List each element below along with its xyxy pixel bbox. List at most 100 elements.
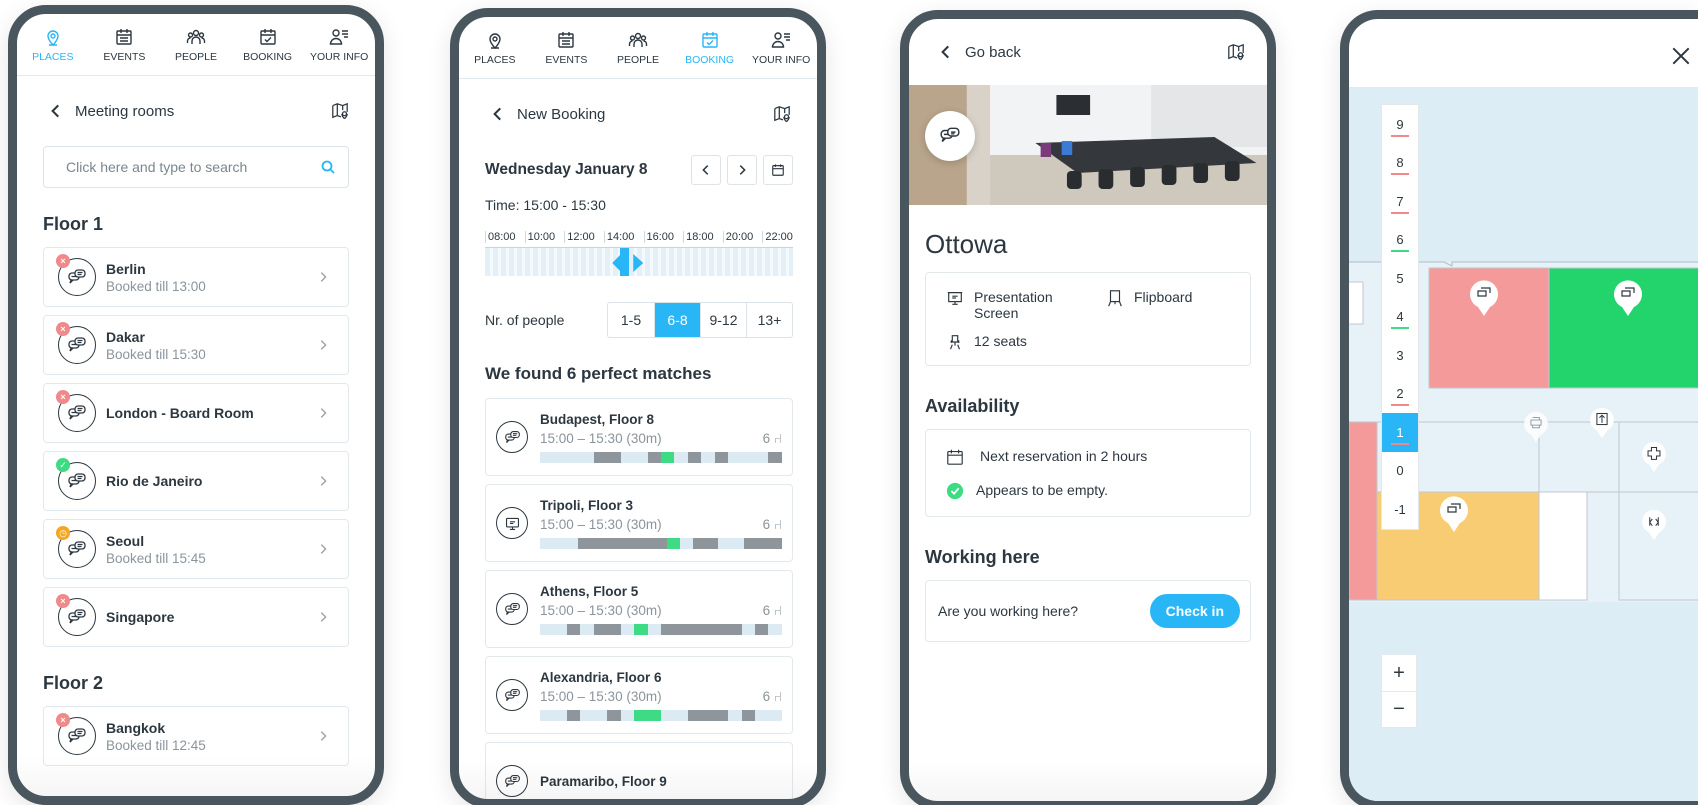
room-list-item[interactable]: × Berlin Booked till 13:00	[43, 247, 349, 307]
calendar-list-icon	[558, 31, 575, 48]
availability-slot	[687, 709, 702, 721]
elevator-pin-icon[interactable]	[1587, 405, 1617, 439]
floor-option[interactable]: -1	[1382, 490, 1418, 529]
people-option[interactable]: 13+	[746, 303, 792, 337]
room-icon: ×	[56, 713, 96, 755]
close-icon[interactable]	[1670, 45, 1692, 67]
floor-option[interactable]: 6	[1382, 221, 1418, 260]
room-list-item[interactable]: × Bangkok Booked till 12:45	[43, 706, 349, 766]
floor-option[interactable]: 5	[1382, 259, 1418, 298]
people-option[interactable]: 1-5	[608, 303, 654, 337]
status-warn-icon: ◷	[56, 526, 70, 540]
match-name: Alexandria, Floor 6	[540, 669, 662, 685]
meeting-room-pin-icon[interactable]	[1467, 277, 1501, 317]
chevron-right-icon	[320, 408, 327, 418]
tab-your-info[interactable]: YOUR INFO	[303, 14, 375, 75]
meeting-room-pin-icon[interactable]	[1437, 493, 1471, 533]
tab-your-info[interactable]: YOUR INFO	[745, 17, 817, 78]
tab-label: PLACES	[474, 53, 516, 66]
search-input[interactable]: Click here and type to search	[43, 146, 349, 188]
tab-people[interactable]: PEOPLE	[602, 17, 674, 78]
availability-slot	[634, 451, 648, 463]
map-pin-icon[interactable]	[773, 105, 791, 123]
room-list-item[interactable]: × London - Board Room	[43, 383, 349, 443]
timeline-track[interactable]	[485, 248, 793, 276]
map-pin-icon[interactable]	[1227, 43, 1245, 61]
match-list-item[interactable]: Alexandria, Floor 6 15:00 – 15:30 (30m) …	[485, 656, 793, 734]
map-pin-icon[interactable]	[331, 102, 349, 120]
room-list-item[interactable]: × Dakar Booked till 15:30	[43, 315, 349, 375]
floor-option[interactable]: 1	[1382, 413, 1418, 452]
room-list-item[interactable]: ✓ Rio de Janeiro	[43, 451, 349, 511]
room-icon: ×	[56, 254, 96, 296]
timeline-hour-label: 16:00	[643, 231, 674, 243]
floor-option[interactable]: 8	[1382, 144, 1418, 183]
go-back-button[interactable]: Go back	[937, 43, 1021, 61]
calendar-icon	[947, 449, 963, 465]
time-slider[interactable]: 08:00 10:00 12:00 14:00 16:00 18:00 20:00 22:00	[485, 231, 793, 276]
calendar-button[interactable]	[763, 155, 793, 185]
people-option[interactable]: 9-12	[700, 303, 746, 337]
tab-events[interactable]: EVENTS	[89, 14, 161, 75]
availability-slot	[728, 451, 742, 463]
floor-title: Floor 2	[43, 673, 104, 693]
timeline-end-handle[interactable]	[633, 254, 644, 272]
meeting-chat-icon	[68, 269, 86, 284]
floor-option[interactable]: 3	[1382, 336, 1418, 375]
tab-booking[interactable]: BOOKING	[232, 14, 304, 75]
people-option[interactable]: 6-8	[654, 303, 700, 337]
floor-title: Floor 1	[43, 214, 104, 234]
match-list-item[interactable]: Paramaribo, Floor 9	[485, 742, 793, 799]
room-list-item[interactable]: × Singapore	[43, 587, 349, 647]
search-icon[interactable]	[320, 159, 336, 175]
room-list: Floor 1 × Berlin Booked till 13:00 × Dak…	[17, 214, 375, 766]
floor-option[interactable]: 9	[1382, 105, 1418, 144]
zoom-out-button[interactable]: −	[1382, 691, 1416, 727]
tab-events[interactable]: EVENTS	[531, 17, 603, 78]
restroom-pin-icon[interactable]	[1639, 507, 1669, 541]
tab-places[interactable]: PLACES	[459, 17, 531, 78]
tab-label: BOOKING	[243, 50, 293, 63]
floor-option[interactable]: 0	[1382, 452, 1418, 491]
floor-occupancy-bar	[1391, 327, 1409, 329]
floor-option[interactable]: 4	[1382, 298, 1418, 337]
tab-people[interactable]: PEOPLE	[160, 14, 232, 75]
seat-icon: ⑁	[773, 602, 782, 618]
status-busy-icon: ×	[56, 254, 70, 268]
back-button[interactable]: Meeting rooms	[47, 102, 174, 120]
room-icon	[496, 765, 528, 797]
floor-number: 2	[1396, 386, 1404, 402]
floor-number: -1	[1394, 501, 1406, 517]
match-list-item[interactable]: Tripoli, Floor 3 15:00 – 15:30 (30m) 6 ⑁	[485, 484, 793, 562]
room-list-item[interactable]: ◷ Seoul Booked till 15:45	[43, 519, 349, 579]
meeting-room-pin-icon[interactable]	[1611, 277, 1645, 317]
location-pin-icon	[47, 29, 59, 46]
availability-slot	[629, 537, 642, 549]
tab-booking[interactable]: BOOKING	[674, 17, 746, 78]
availability-slot	[714, 623, 729, 635]
empty-status-text: Appears to be empty.	[976, 482, 1109, 498]
feature-flipboard: Flipboard	[1134, 289, 1193, 305]
next-day-button[interactable]	[727, 155, 757, 185]
previous-day-button[interactable]	[691, 155, 721, 185]
availability-slot	[701, 709, 715, 721]
user-info-icon	[329, 28, 349, 45]
room-name: Bangkok	[106, 719, 166, 736]
availability-slot	[620, 451, 635, 463]
zoom-in-button[interactable]: +	[1382, 655, 1416, 691]
match-list-item[interactable]: Budapest, Floor 8 15:00 – 15:30 (30m) 6 …	[485, 398, 793, 476]
tab-bar: PLACES EVENTS PEOPLE BOOKING YOUR INFO	[17, 14, 375, 76]
availability-slot	[553, 623, 567, 635]
floor-option[interactable]: 7	[1382, 182, 1418, 221]
tab-places[interactable]: PLACES	[17, 14, 89, 75]
match-list-item[interactable]: Athens, Floor 5 15:00 – 15:30 (30m) 6 ⑁	[485, 570, 793, 648]
check-in-button[interactable]: Check in	[1149, 594, 1240, 628]
availability-slot	[590, 537, 604, 549]
floor-number: 6	[1396, 232, 1404, 248]
floor-option[interactable]: 2	[1382, 375, 1418, 414]
printer-pin-icon[interactable]	[1521, 409, 1551, 443]
timeline-hour-label: 10:00	[524, 231, 555, 243]
first-aid-pin-icon[interactable]	[1639, 439, 1669, 473]
back-button[interactable]: New Booking	[489, 105, 605, 123]
chevron-right-icon	[320, 544, 327, 554]
